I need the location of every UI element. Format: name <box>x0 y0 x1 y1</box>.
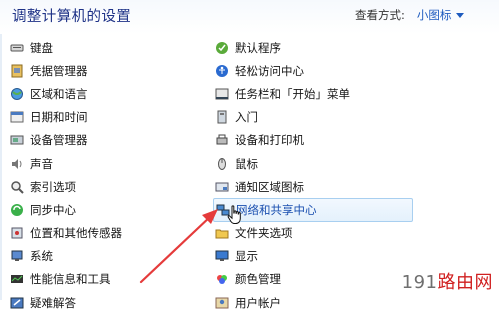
window-edge <box>0 0 2 300</box>
item-label: 默认程序 <box>235 40 281 55</box>
user-accounts-icon <box>215 296 229 310</box>
item-label: 系统 <box>30 249 53 264</box>
item-label: 日期和时间 <box>30 110 88 125</box>
control-panel-item-mouse[interactable]: 鼠标 <box>213 152 413 175</box>
color-management-icon <box>215 272 229 286</box>
item-label: 凭据管理器 <box>30 63 88 78</box>
item-label: 疑难解答 <box>30 295 76 310</box>
troubleshooting-icon <box>10 296 24 310</box>
ease-of-access-icon <box>215 64 229 78</box>
item-label: 显示 <box>235 249 258 264</box>
control-panel-item-date-time[interactable]: 日期和时间 <box>8 106 198 129</box>
performance-tools-icon <box>10 272 24 286</box>
view-by-label: 查看方式: <box>355 8 405 22</box>
page-title: 调整计算机的设置 <box>12 9 132 25</box>
item-label: 索引选项 <box>30 179 76 194</box>
taskbar-start-menu-icon <box>215 87 229 101</box>
control-panel-item-system[interactable]: 系统 <box>8 245 198 268</box>
right-column: 默认程序轻松访问中心任务栏和「开始」菜单 入门设备和打印机 鼠标通知区域图标 网络和共… <box>213 36 413 314</box>
keyboard-icon <box>10 41 24 55</box>
item-label: 鼠标 <box>235 156 258 171</box>
item-label: 轻松访问中心 <box>235 63 304 78</box>
control-panel-item-region-language[interactable]: 区域和语言 <box>8 82 198 105</box>
control-panel-item-folder-options[interactable]: 文件夹选项 <box>213 222 413 245</box>
watermark-number: 191 <box>401 272 438 293</box>
item-label: 声音 <box>30 156 53 171</box>
mouse-icon <box>215 157 229 171</box>
sync-center-icon <box>10 203 24 217</box>
control-panel-item-keyboard[interactable]: 键盘 <box>8 36 198 59</box>
control-panel-item-credential-manager[interactable]: 凭据管理器 <box>8 59 198 82</box>
item-label: 区域和语言 <box>30 86 88 101</box>
header-bar: 调整计算机的设置 查看方式: 小图标 <box>0 0 499 34</box>
item-label: 同步中心 <box>30 202 76 217</box>
item-label: 位置和其他传感器 <box>30 226 122 241</box>
display-icon <box>215 249 229 263</box>
control-panel-item-taskbar-start-menu[interactable]: 任务栏和「开始」菜单 <box>213 82 413 105</box>
left-column: 键盘凭据管理器区域和语言日期和时间设备管理器声音索引选项同步中心位置和其他传感器… <box>8 36 198 314</box>
credential-manager-icon <box>10 64 24 78</box>
item-label: 任务栏和「开始」菜单 <box>235 86 350 101</box>
item-label: 性能信息和工具 <box>30 272 111 287</box>
item-label: 颜色管理 <box>235 272 281 287</box>
devices-printers-icon <box>215 133 229 147</box>
item-label: 键盘 <box>30 40 53 55</box>
item-label: 设备和打印机 <box>235 133 304 148</box>
item-label: 入门 <box>235 110 258 125</box>
item-label: 设备管理器 <box>30 133 88 148</box>
watermark: 191路由网 <box>402 268 493 294</box>
getting-started-icon <box>215 110 229 124</box>
region-language-icon <box>10 87 24 101</box>
control-panel-item-location-sensors[interactable]: 位置和其他传感器 <box>8 222 198 245</box>
sound-icon <box>10 157 24 171</box>
hand-pointer-icon <box>227 205 241 224</box>
item-label: 网络和共享中心 <box>236 202 317 217</box>
location-sensors-icon <box>10 226 24 240</box>
control-panel-item-performance-tools[interactable]: 性能信息和工具 <box>8 268 198 291</box>
control-panel-item-ease-of-access[interactable]: 轻松访问中心 <box>213 59 413 82</box>
control-panel-item-notification-area[interactable]: 通知区域图标 <box>213 175 413 198</box>
view-by-control: 查看方式: 小图标 <box>355 7 465 23</box>
indexing-options-icon <box>10 180 24 194</box>
item-label: 用户帐户 <box>235 295 281 310</box>
control-panel-item-sound[interactable]: 声音 <box>8 152 198 175</box>
watermark-text: 路由网 <box>437 272 493 293</box>
control-panel-item-device-manager[interactable]: 设备管理器 <box>8 129 198 152</box>
control-panel-item-indexing-options[interactable]: 索引选项 <box>8 175 198 198</box>
control-panel-item-default-programs[interactable]: 默认程序 <box>213 36 413 59</box>
item-label: 文件夹选项 <box>235 226 293 241</box>
device-manager-icon <box>10 133 24 147</box>
system-icon <box>10 249 24 263</box>
item-label: 通知区域图标 <box>235 179 304 194</box>
control-panel-item-color-management[interactable]: 颜色管理 <box>213 268 413 291</box>
control-panel-item-sync-center[interactable]: 同步中心 <box>8 198 198 221</box>
default-programs-icon <box>215 41 229 55</box>
control-panel-item-getting-started[interactable]: 入门 <box>213 106 413 129</box>
control-panel-item-troubleshooting[interactable]: 疑难解答 <box>8 291 198 314</box>
dropdown-arrow-icon[interactable] <box>456 13 465 18</box>
date-time-icon <box>10 110 24 124</box>
notification-area-icon <box>215 180 229 194</box>
control-panel-item-display[interactable]: 显示 <box>213 245 413 268</box>
control-panel-item-devices-printers[interactable]: 设备和打印机 <box>213 129 413 152</box>
view-by-dropdown[interactable]: 小图标 <box>417 7 452 23</box>
control-panel-item-user-accounts[interactable]: 用户帐户 <box>213 291 413 314</box>
folder-options-icon <box>215 226 229 240</box>
control-panel-item-network-sharing[interactable]: 网络和共享中心 <box>213 198 413 222</box>
